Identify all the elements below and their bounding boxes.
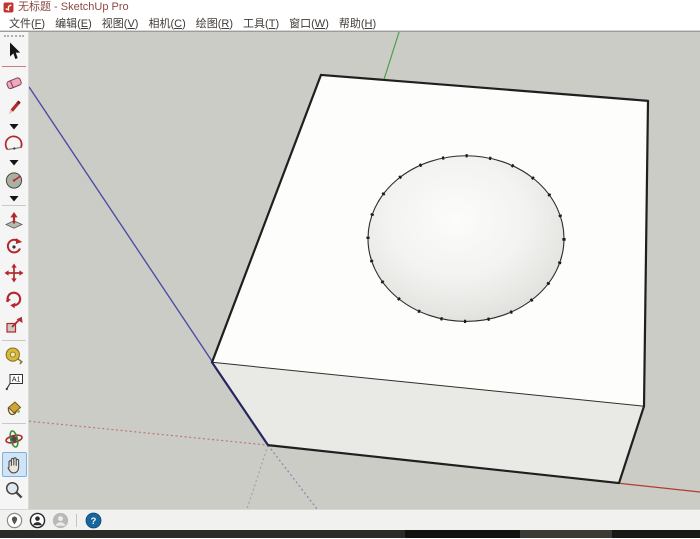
tool-pan[interactable] — [1, 452, 27, 477]
line-icon — [8, 100, 21, 115]
help-button[interactable]: ? — [84, 511, 102, 529]
signin-person-icon — [52, 512, 68, 528]
tape-measure-icon — [5, 347, 23, 365]
zoom-icon — [5, 481, 23, 499]
menu-label: 窗口 — [289, 17, 312, 30]
menu-label: 绘图 — [195, 17, 218, 30]
select-icon — [10, 42, 21, 59]
tool-arc[interactable] — [1, 131, 27, 157]
menu-item-edit[interactable]: 编辑(E) — [50, 15, 97, 31]
menu-label: 文件 — [9, 17, 31, 30]
viewport[interactable] — [29, 32, 700, 509]
tool-rotate[interactable] — [1, 286, 27, 312]
svg-text:A1: A1 — [12, 377, 21, 384]
chevron-down-icon — [9, 159, 19, 165]
menu-label: 帮助 — [338, 17, 361, 30]
tool-scale[interactable] — [1, 312, 27, 338]
orbit-icon — [5, 430, 23, 448]
menu-bar: 文件(F) 编辑(E) 视图(V) 相机(C) 绘图(R) 工具(T) 窗口(W… — [0, 15, 700, 31]
tool-line[interactable] — [1, 95, 27, 121]
menu-item-view[interactable]: 视图(V) — [97, 15, 144, 31]
menu-label: 视图 — [101, 17, 124, 30]
scale-icon — [6, 316, 23, 333]
credit-person-icon — [29, 512, 45, 528]
menu-label: 编辑 — [55, 17, 78, 30]
paint-bucket-icon — [7, 401, 22, 416]
tool-move[interactable] — [1, 260, 27, 286]
toolbar-divider — [2, 205, 26, 206]
status-bar: ? — [0, 509, 700, 530]
geolocation-button[interactable] — [5, 511, 23, 529]
push-pull-icon — [5, 212, 23, 229]
pan-icon — [7, 456, 20, 473]
svg-text:?: ? — [90, 515, 96, 525]
taskbar-segment — [520, 530, 612, 538]
circle-tool-dropdown[interactable] — [1, 193, 27, 203]
tool-circle[interactable] — [1, 167, 27, 193]
menu-label: 相机 — [148, 17, 171, 30]
toolbar-divider — [2, 423, 26, 424]
help-icon: ? — [85, 512, 101, 528]
title-bar: 无标题 - SketchUp Pro — [0, 0, 700, 15]
circle-icon — [5, 172, 23, 189]
menu-item-draw[interactable]: 绘图(R) — [191, 15, 238, 31]
tool-follow-me[interactable] — [1, 234, 27, 260]
eraser-icon — [6, 77, 22, 90]
menu-item-window[interactable]: 窗口(W) — [284, 15, 334, 31]
tool-zoom[interactable] — [1, 477, 27, 503]
taskbar-strip — [0, 530, 700, 538]
drawing-canvas[interactable] — [29, 32, 700, 509]
tool-eraser[interactable] — [1, 69, 27, 95]
toolbar-divider — [2, 66, 26, 67]
credit-attribution-button[interactable] — [28, 511, 46, 529]
tool-tape-measure[interactable] — [1, 343, 27, 369]
toolbar-divider — [2, 340, 26, 341]
menu-item-help[interactable]: 帮助(H) — [334, 15, 381, 31]
arc-icon — [4, 135, 23, 151]
geolocation-icon — [6, 512, 22, 528]
dome-surface[interactable] — [367, 155, 565, 322]
tool-orbit[interactable] — [1, 426, 27, 452]
statusbar-separator — [76, 513, 77, 527]
toolbar-grip[interactable] — [4, 35, 24, 37]
tool-text[interactable]: A1 — [1, 369, 27, 395]
window-title: 无标题 - SketchUp Pro — [18, 1, 129, 13]
sketchup-logo-icon — [3, 2, 14, 13]
tool-palette: A1 — [0, 32, 29, 509]
move-icon — [4, 263, 24, 283]
line-tool-dropdown[interactable] — [1, 121, 27, 131]
tool-paint-bucket[interactable] — [1, 395, 27, 421]
text-icon: A1 — [5, 374, 23, 391]
menu-item-file[interactable]: 文件(F) — [4, 15, 50, 31]
arc-tool-dropdown[interactable] — [1, 157, 27, 167]
tool-select[interactable] — [1, 38, 27, 64]
taskbar-segment — [612, 530, 700, 538]
rotate-icon — [6, 291, 22, 309]
menu-item-tools[interactable]: 工具(T) — [238, 15, 284, 31]
menu-label: 工具 — [243, 17, 266, 30]
main-content: A1 — [0, 31, 700, 509]
menu-item-camera[interactable]: 相机(C) — [143, 15, 190, 31]
chevron-down-icon — [9, 123, 19, 129]
chevron-down-icon — [9, 195, 19, 201]
sign-in-button[interactable] — [51, 511, 69, 529]
follow-me-icon — [6, 238, 23, 254]
taskbar-segment — [405, 530, 520, 538]
tool-push-pull[interactable] — [1, 208, 27, 234]
